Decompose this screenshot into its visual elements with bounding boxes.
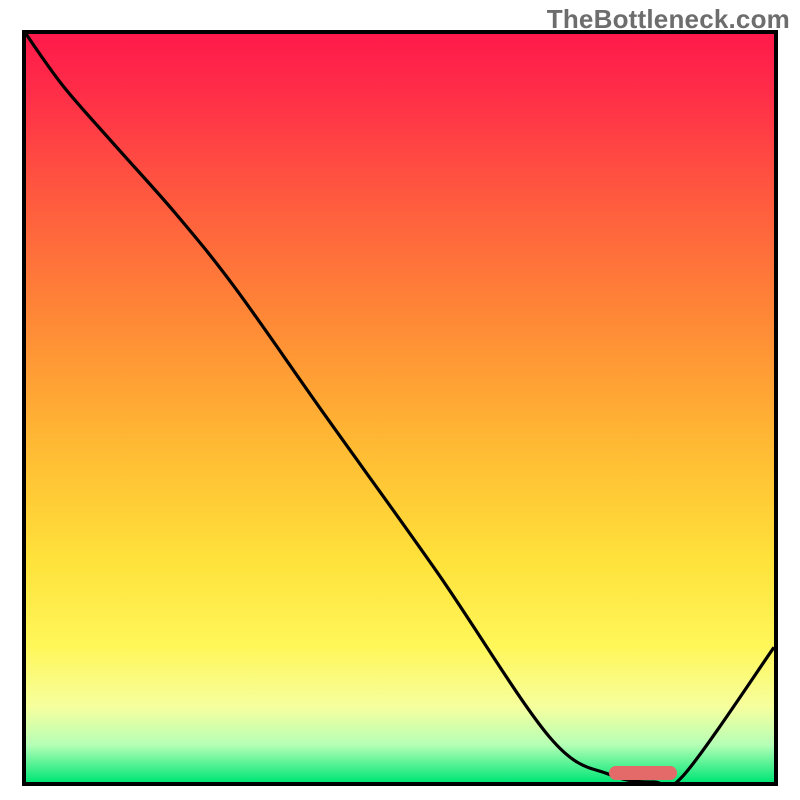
optimal-range-marker (609, 766, 676, 780)
plot-area (22, 30, 778, 786)
chart-frame: TheBottleneck.com (0, 0, 800, 800)
bottleneck-curve-path (26, 34, 774, 782)
line-overlay-svg (26, 34, 774, 782)
